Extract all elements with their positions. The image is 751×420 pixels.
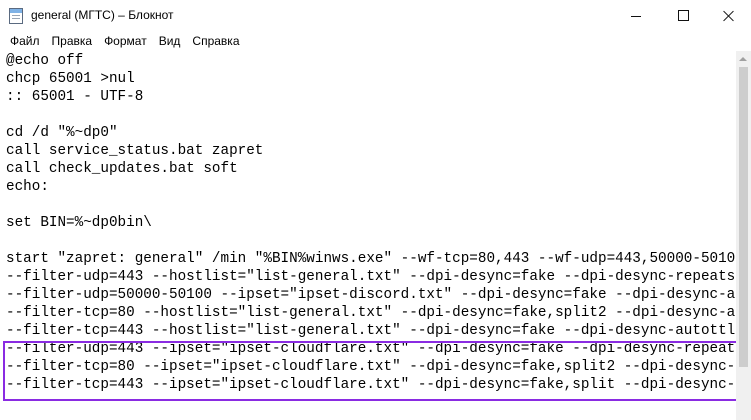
- editor-line[interactable]: start "zapret: general" /min "%BIN%winws…: [6, 250, 736, 268]
- close-icon: [723, 10, 735, 22]
- menu-bar: Файл Правка Формат Вид Справка: [0, 31, 751, 51]
- text-editor[interactable]: @echo off chcp 65001 >nul :: 65001 - UTF…: [0, 51, 736, 420]
- editor-line[interactable]: cd /d "%~dp0": [6, 124, 736, 142]
- title-bar[interactable]: general (МГТС) – Блокнот: [0, 0, 751, 31]
- editor-line[interactable]: [6, 232, 736, 250]
- scroll-up-icon[interactable]: [739, 57, 747, 61]
- menu-file[interactable]: Файл: [4, 31, 46, 51]
- scrollbar-thumb[interactable]: [739, 67, 748, 367]
- editor-line[interactable]: --filter-udp=443 --hostlist="list-genera…: [6, 268, 736, 286]
- maximize-button[interactable]: [660, 0, 706, 31]
- editor-line[interactable]: --filter-tcp=80 --ipset="ipset-cloudflar…: [6, 358, 736, 376]
- minimize-button[interactable]: [613, 0, 659, 31]
- notepad-icon: [9, 8, 23, 24]
- editor-line[interactable]: [6, 106, 736, 124]
- editor-line[interactable]: set BIN=%~dp0bin\: [6, 214, 736, 232]
- window-title: general (МГТС) – Блокнот: [31, 8, 174, 22]
- minimize-icon: [631, 15, 641, 17]
- editor-line[interactable]: :: 65001 - UTF-8: [6, 88, 736, 106]
- notepad-window: general (МГТС) – Блокнот Файл Правка Фор…: [0, 0, 751, 420]
- maximize-icon: [677, 10, 689, 21]
- editor-line[interactable]: --filter-tcp=443 --ipset="ipset-cloudfla…: [6, 376, 736, 394]
- menu-help[interactable]: Справка: [186, 31, 245, 51]
- menu-view[interactable]: Вид: [153, 31, 187, 51]
- close-button[interactable]: [706, 0, 751, 31]
- menu-edit[interactable]: Правка: [46, 31, 99, 51]
- editor-line[interactable]: --filter-udp=50000-50100 --ipset="ipset-…: [6, 286, 736, 304]
- editor-line[interactable]: chcp 65001 >nul: [6, 70, 736, 88]
- editor-line[interactable]: echo:: [6, 178, 736, 196]
- editor-line[interactable]: call check_updates.bat soft: [6, 160, 736, 178]
- editor-line[interactable]: @echo off: [6, 52, 736, 70]
- editor-content[interactable]: @echo off chcp 65001 >nul :: 65001 - UTF…: [6, 52, 736, 394]
- editor-line[interactable]: --filter-udp=443 --ipset="ipset-cloudfla…: [6, 340, 736, 358]
- menu-format[interactable]: Формат: [98, 31, 153, 51]
- editor-line[interactable]: --filter-tcp=443 --hostlist="list-genera…: [6, 322, 736, 340]
- editor-line[interactable]: call service_status.bat zapret: [6, 142, 736, 160]
- vertical-scrollbar[interactable]: [736, 51, 751, 420]
- editor-line[interactable]: --filter-tcp=80 --hostlist="list-general…: [6, 304, 736, 322]
- editor-line[interactable]: [6, 196, 736, 214]
